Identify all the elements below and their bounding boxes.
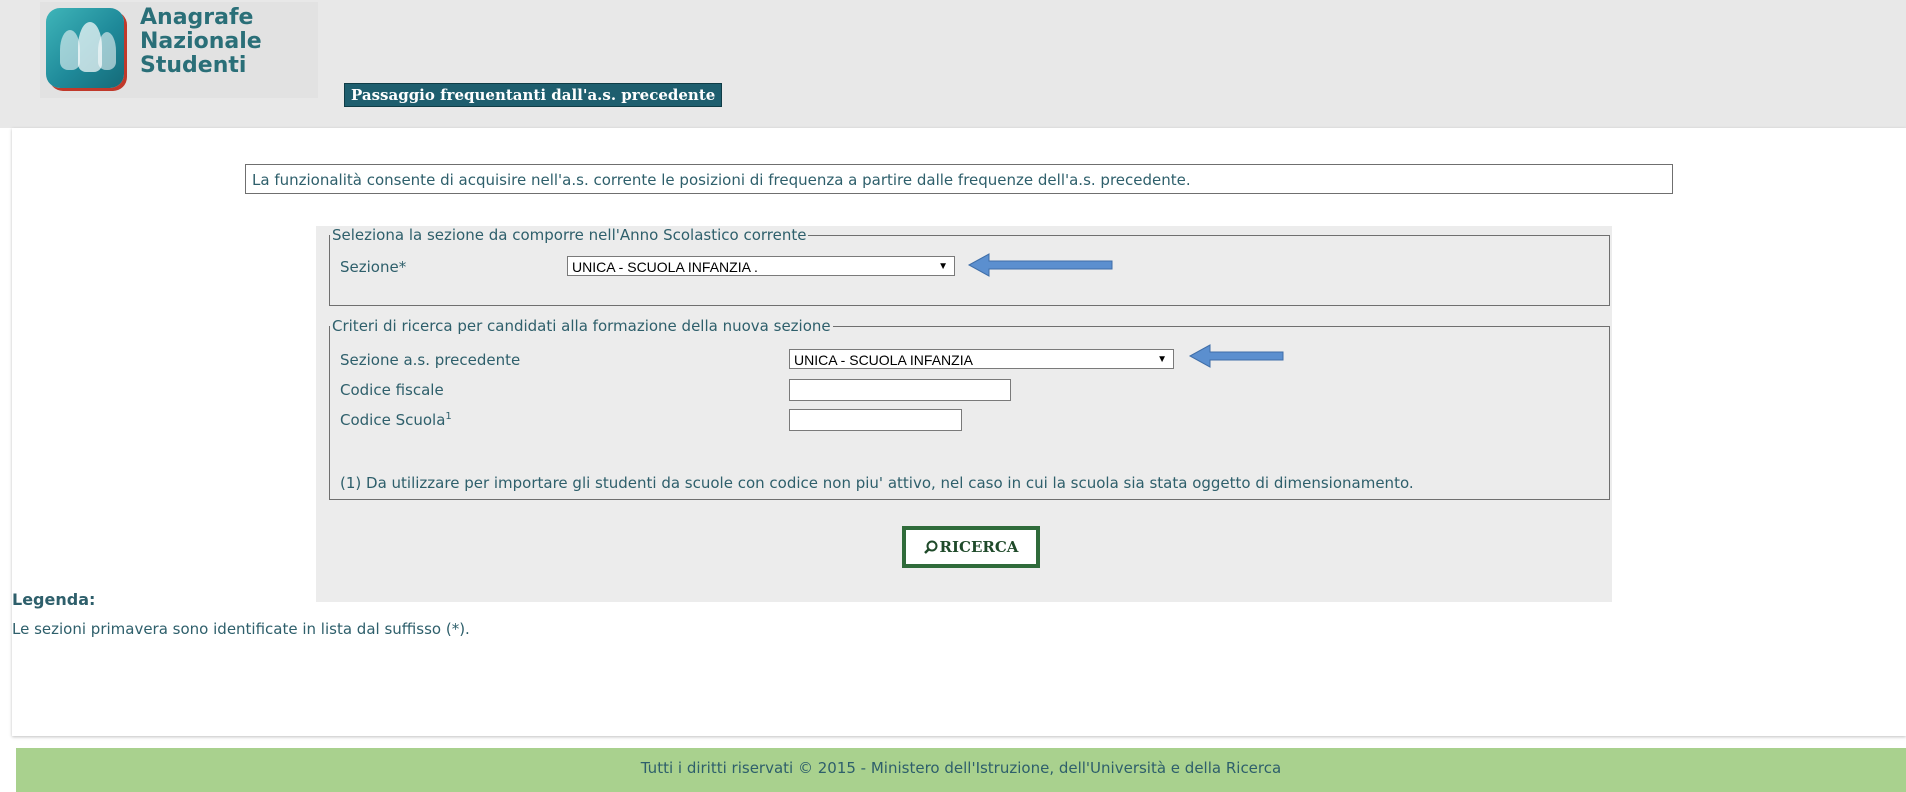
school-code-footnote-ref: 1 [445, 411, 452, 422]
section-label: Sezione* [340, 258, 407, 276]
section-select-legend: Seleziona la sezione da comporre nell'An… [332, 226, 807, 244]
dropdown-arrow-icon: ▼ [1157, 354, 1167, 365]
school-code-input[interactable] [789, 409, 962, 431]
annotation-arrow-icon [967, 253, 1113, 277]
annotation-arrow-icon [1188, 344, 1284, 368]
school-code-footnote: (1) Da utilizzare per importare gli stud… [340, 474, 1414, 492]
header: Anagrafe Nazionale Studenti Passaggio fr… [0, 0, 1906, 128]
logo[interactable]: Anagrafe Nazionale Studenti [40, 2, 318, 98]
logo-line-3: Studenti [140, 53, 247, 78]
criteria-fieldset: Criteri di ricerca per candidati alla fo… [329, 317, 1610, 500]
school-code-label-text: Codice Scuola [340, 411, 446, 429]
section-select-value: UNICA - SCUOLA INFANZIA . [572, 259, 758, 275]
logo-text: Anagrafe Nazionale Studenti [140, 6, 262, 78]
legend-text: Le sezioni primavera sono identificate i… [12, 620, 470, 638]
main-panel: La funzionalità consente di acquisire ne… [12, 128, 1906, 736]
logo-icon [46, 8, 124, 88]
section-select[interactable]: UNICA - SCUOLA INFANZIA . ▼ [567, 256, 955, 276]
legend-title: Legenda: [12, 590, 96, 609]
prev-section-select[interactable]: UNICA - SCUOLA INFANZIA ▼ [789, 349, 1174, 369]
search-button[interactable]: RICERCA [902, 526, 1040, 568]
logo-line-1: Anagrafe [140, 5, 254, 30]
footer: Tutti i diritti riservati © 2015 - Minis… [16, 748, 1906, 792]
fiscal-code-label: Codice fiscale [340, 381, 444, 399]
criteria-legend: Criteri di ricerca per candidati alla fo… [332, 317, 831, 335]
footer-copyright: Tutti i diritti riservati © 2015 - Minis… [640, 759, 1282, 777]
search-button-label: RICERCA [939, 538, 1019, 556]
fiscal-code-input[interactable] [789, 379, 1011, 401]
school-code-label: Codice Scuola1 [340, 411, 452, 429]
search-icon [923, 540, 938, 554]
prev-section-select-value: UNICA - SCUOLA INFANZIA [794, 352, 973, 368]
page-title: Passaggio frequentanti dall'a.s. precede… [344, 83, 723, 107]
logo-line-2: Nazionale [140, 29, 262, 54]
dropdown-arrow-icon: ▼ [938, 261, 948, 272]
info-message: La funzionalità consente di acquisire ne… [245, 164, 1673, 194]
prev-section-label: Sezione a.s. precedente [340, 351, 521, 369]
